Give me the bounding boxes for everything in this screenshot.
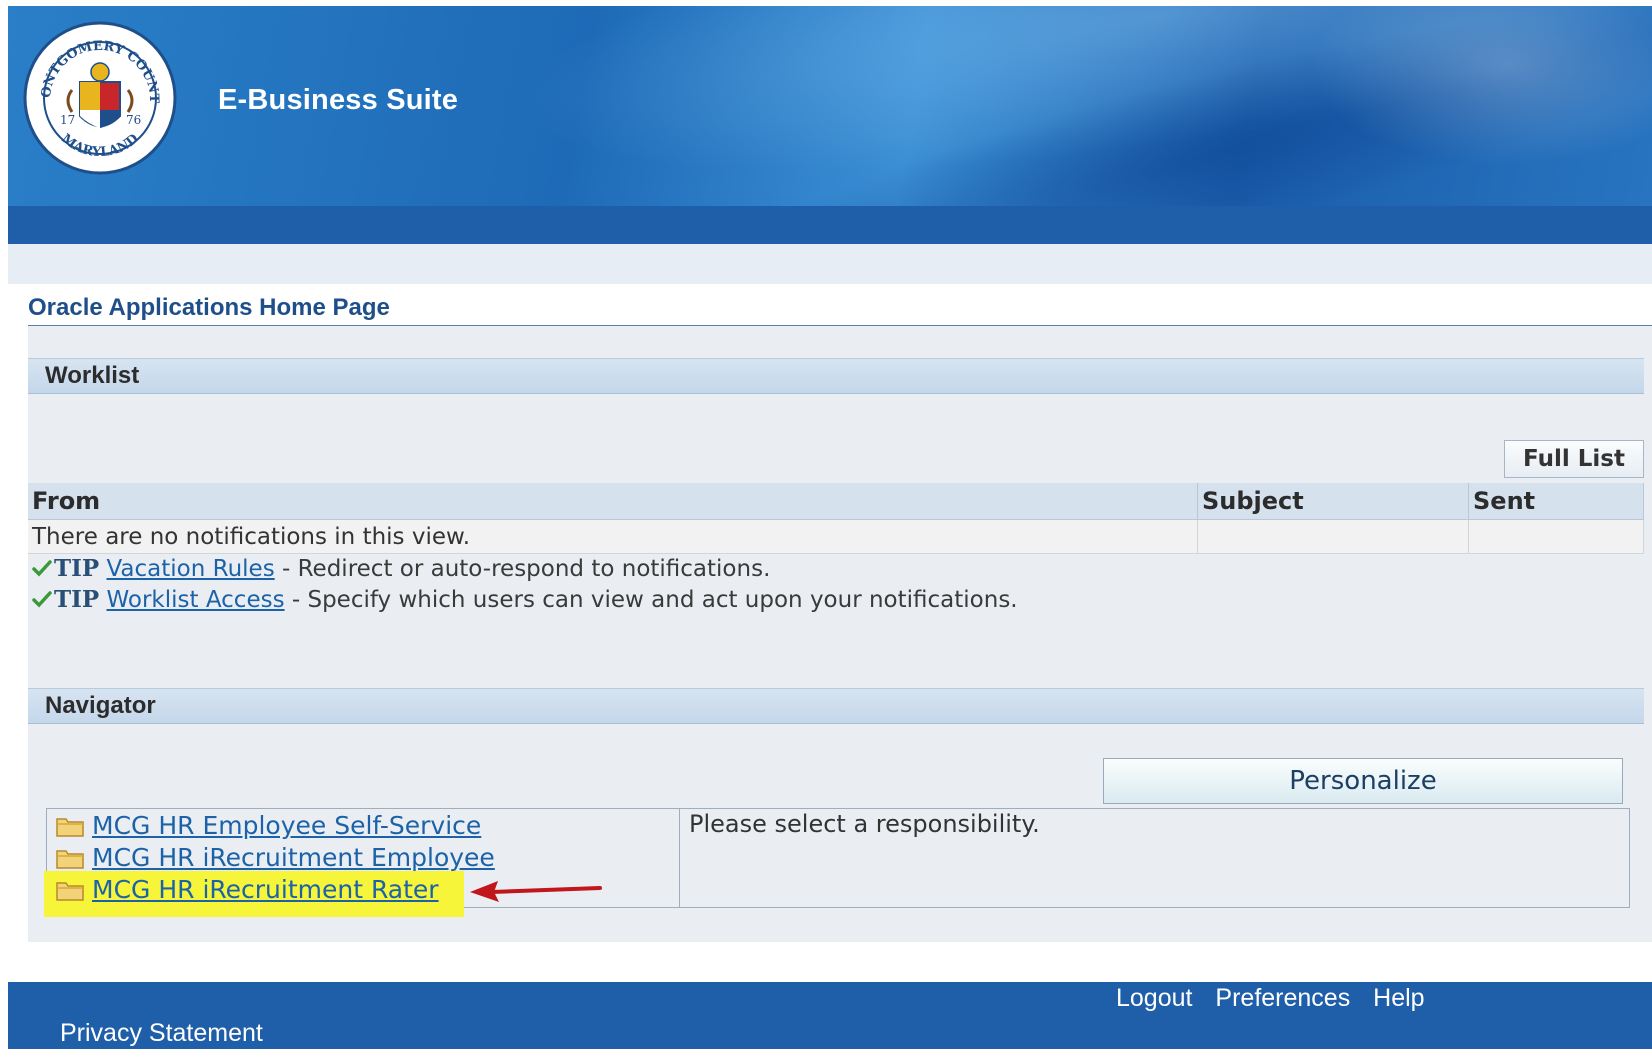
responsibility-link[interactable]: MCG HR iRecruitment Employee xyxy=(92,843,495,872)
worklist-access-link[interactable]: Worklist Access xyxy=(106,587,284,613)
table-row: There are no notifications in this view. xyxy=(28,519,1644,554)
svg-text:76: 76 xyxy=(126,113,141,127)
worklist-section-header: Worklist xyxy=(28,358,1644,394)
table-cell xyxy=(1197,519,1469,554)
column-header-subject[interactable]: Subject xyxy=(1197,483,1469,520)
navigator-divider xyxy=(679,808,680,908)
full-list-button[interactable]: Full List xyxy=(1504,440,1644,478)
column-header-sent[interactable]: Sent xyxy=(1468,483,1644,520)
tip-text: - Redirect or auto-respond to notificati… xyxy=(274,556,771,582)
preferences-link[interactable]: Preferences xyxy=(1215,984,1350,1012)
subheader-band xyxy=(8,244,1652,284)
worklist-header-row: From Subject Sent xyxy=(28,483,1644,520)
responsibility-item[interactable]: MCG HR iRecruitment Employee xyxy=(56,843,495,875)
checkmark-icon xyxy=(32,557,54,583)
column-header-from[interactable]: From xyxy=(28,483,1198,520)
navigator-section-header: Navigator xyxy=(28,688,1644,724)
red-arrow-icon xyxy=(470,881,602,902)
responsibility-link[interactable]: MCG HR Employee Self-Service xyxy=(92,811,481,840)
personalize-button[interactable]: Personalize xyxy=(1103,758,1623,804)
responsibility-message: Please select a responsibility. xyxy=(689,810,1040,838)
header-nav-band xyxy=(8,206,1652,244)
logout-link[interactable]: Logout xyxy=(1116,984,1192,1012)
app-title: E-Business Suite xyxy=(218,84,459,116)
responsibility-item[interactable]: MCG HR Employee Self-Service xyxy=(56,811,481,843)
footer-links: Logout Preferences Help xyxy=(1116,984,1441,1013)
tip-text: - Specify which users can view and act u… xyxy=(284,587,1018,613)
tip-label: TIP xyxy=(54,555,100,582)
county-seal-logo: MONTGOMERY COUNTY MARYLAND 17 76 xyxy=(22,20,177,175)
tip-label: TIP xyxy=(54,586,100,613)
folder-icon xyxy=(56,814,84,843)
responsibility-item-highlighted[interactable]: MCG HR iRecruitment Rater xyxy=(56,875,439,907)
privacy-statement-link[interactable]: Privacy Statement xyxy=(60,1019,263,1048)
tip-vacation-rules: TIP Vacation Rules - Redirect or auto-re… xyxy=(32,555,770,583)
svg-text:17: 17 xyxy=(60,113,75,127)
folder-icon xyxy=(56,878,84,907)
worklist-table: From Subject Sent There are no notificat… xyxy=(28,483,1644,554)
folder-icon xyxy=(56,846,84,875)
page-title: Oracle Applications Home Page xyxy=(28,294,390,321)
tip-worklist-access: TIP Worklist Access - Specify which user… xyxy=(32,586,1018,614)
vacation-rules-link[interactable]: Vacation Rules xyxy=(106,556,274,582)
help-link[interactable]: Help xyxy=(1373,984,1424,1012)
responsibility-link[interactable]: MCG HR iRecruitment Rater xyxy=(92,875,439,904)
empty-message: There are no notifications in this view. xyxy=(28,519,1198,554)
table-cell xyxy=(1468,519,1644,554)
checkmark-icon xyxy=(32,588,54,614)
